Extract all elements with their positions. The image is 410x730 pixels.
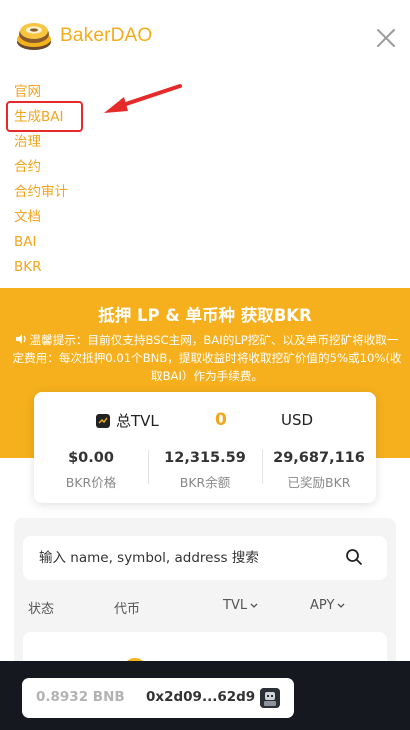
- stat-value: $0.00: [68, 450, 114, 466]
- tvl-label-group: 总TVL: [96, 410, 159, 431]
- close-icon[interactable]: [374, 26, 398, 50]
- column-token-label: 代币: [114, 602, 141, 617]
- stat-bkr-rewarded: 29,687,116 已奖励BKR: [262, 448, 376, 490]
- stat-label: 已奖励BKR: [287, 475, 351, 490]
- tvl-value: 0: [215, 410, 227, 430]
- column-status: 状态: [28, 598, 54, 617]
- column-status-label: 状态: [28, 602, 55, 617]
- column-apy-sort[interactable]: APY: [310, 598, 345, 613]
- nav-item-bkr[interactable]: BKR: [14, 255, 68, 280]
- annotation-highlight-box: [6, 101, 83, 132]
- stat-bkr-price: $0.00 BKR价格: [34, 448, 148, 490]
- wallet-bar: 0.8932 BNB 0x2d09...62d9: [0, 661, 410, 730]
- column-tvl-label: TVL: [223, 598, 248, 613]
- nav-item-governance[interactable]: 治理: [14, 130, 68, 155]
- pool-table-header: 状态 代币 TVL APY: [14, 598, 396, 618]
- chevron-down-icon: [250, 603, 258, 608]
- wallet-button[interactable]: 0.8932 BNB 0x2d09...62d9: [22, 678, 294, 718]
- annotation-arrow-icon: [104, 84, 182, 113]
- tvl-card: 总TVL 0 USD $0.00 BKR价格 12,315.59 BKR余额 2…: [34, 392, 376, 503]
- search-box: [23, 536, 387, 580]
- column-tvl-sort[interactable]: TVL: [223, 598, 258, 613]
- stat-label: BKR余额: [179, 475, 231, 490]
- nav-item-docs[interactable]: 文档: [14, 205, 68, 230]
- tvl-row: 总TVL 0 USD: [34, 410, 376, 432]
- nav-item-contract[interactable]: 合约: [14, 155, 68, 180]
- fee-notice: 温馨提示：目前仅支持BSC主网，BAI的LP挖矿、以及单币挖矿将收取一定费用：每…: [10, 331, 404, 385]
- wallet-balance: 0.8932 BNB: [36, 689, 125, 705]
- chart-icon: [96, 413, 110, 428]
- speaker-icon: [15, 334, 26, 344]
- banner-title: 抵押 LP & 单币种 获取BKR: [98, 306, 312, 325]
- search-icon[interactable]: [345, 548, 363, 566]
- logo[interactable]: BakerDAO: [16, 20, 152, 52]
- search-input[interactable]: [39, 548, 339, 568]
- header: BakerDAO: [0, 0, 410, 70]
- stat-label: BKR价格: [65, 475, 117, 490]
- wallet-avatar-icon: [260, 688, 280, 708]
- stat-value: 12,315.59: [164, 450, 246, 466]
- token-stats: $0.00 BKR价格 12,315.59 BKR余额 29,687,116 已…: [34, 448, 376, 490]
- fee-notice-text: 温馨提示：目前仅支持BSC主网，BAI的LP挖矿、以及单币挖矿将收取一定费用：每…: [12, 333, 402, 383]
- brand-name: BakerDAO: [60, 25, 153, 46]
- chevron-down-icon: [337, 603, 345, 608]
- column-token: 代币: [114, 598, 140, 617]
- stat-value: 29,687,116: [273, 450, 365, 466]
- column-apy-label: APY: [310, 598, 335, 613]
- tvl-unit: USD: [281, 411, 314, 429]
- nav-item-bai[interactable]: BAI: [14, 230, 68, 255]
- bakerdao-logo-icon: [17, 23, 51, 50]
- nav-item-contract-audit[interactable]: 合约审计: [14, 180, 68, 205]
- stat-bkr-balance: 12,315.59 BKR余额: [148, 448, 262, 490]
- page-root: BakerDAO 官网 生成BAI 治理 合约 合约审计 文档 BAI BKR …: [0, 0, 410, 730]
- wallet-address: 0x2d09...62d9: [146, 689, 256, 705]
- tvl-label: 总TVL: [116, 412, 159, 430]
